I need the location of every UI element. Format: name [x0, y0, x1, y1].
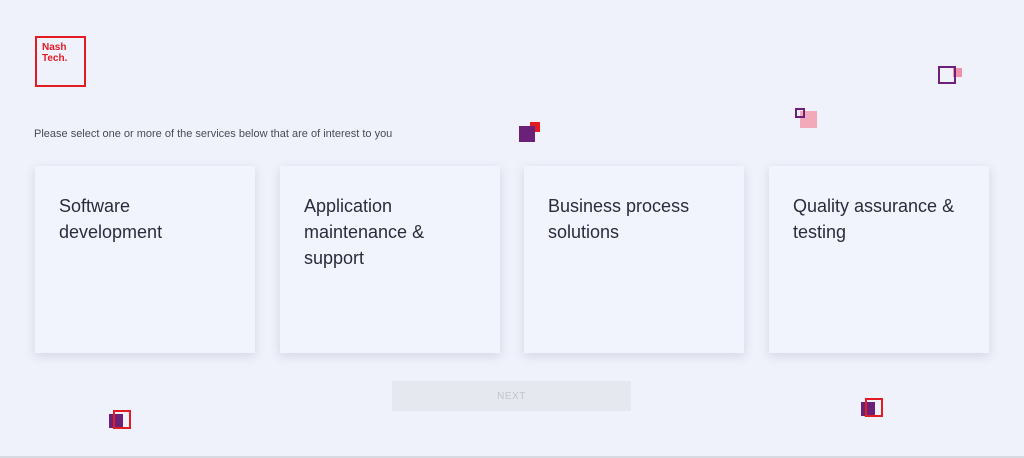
decorative-squares — [938, 66, 962, 84]
logo-line-2: Tech. — [42, 53, 68, 64]
service-card-title: Application maintenance & support — [304, 196, 425, 268]
next-button[interactable]: NEXT — [392, 381, 631, 411]
logo-line-1: Nash — [42, 42, 67, 53]
service-card-title: Software development — [59, 196, 163, 242]
decorative-squares — [795, 108, 817, 128]
service-card-title: Business process solutions — [548, 196, 690, 242]
decorative-squares — [109, 410, 131, 429]
service-card-application-maintenance[interactable]: Application maintenance & support — [280, 166, 500, 353]
service-card-quality-assurance[interactable]: Quality assurance & testing — [769, 166, 989, 353]
decorative-squares — [519, 122, 540, 142]
service-card-title: Quality assurance & testing — [793, 196, 955, 242]
service-card-software-development[interactable]: Software development — [35, 166, 255, 353]
nashtech-logo: Nash Tech. — [35, 36, 86, 87]
decorative-squares — [861, 398, 883, 417]
service-selection-prompt: Please select one or more of the service… — [34, 128, 393, 140]
service-card-business-process[interactable]: Business process solutions — [524, 166, 744, 353]
